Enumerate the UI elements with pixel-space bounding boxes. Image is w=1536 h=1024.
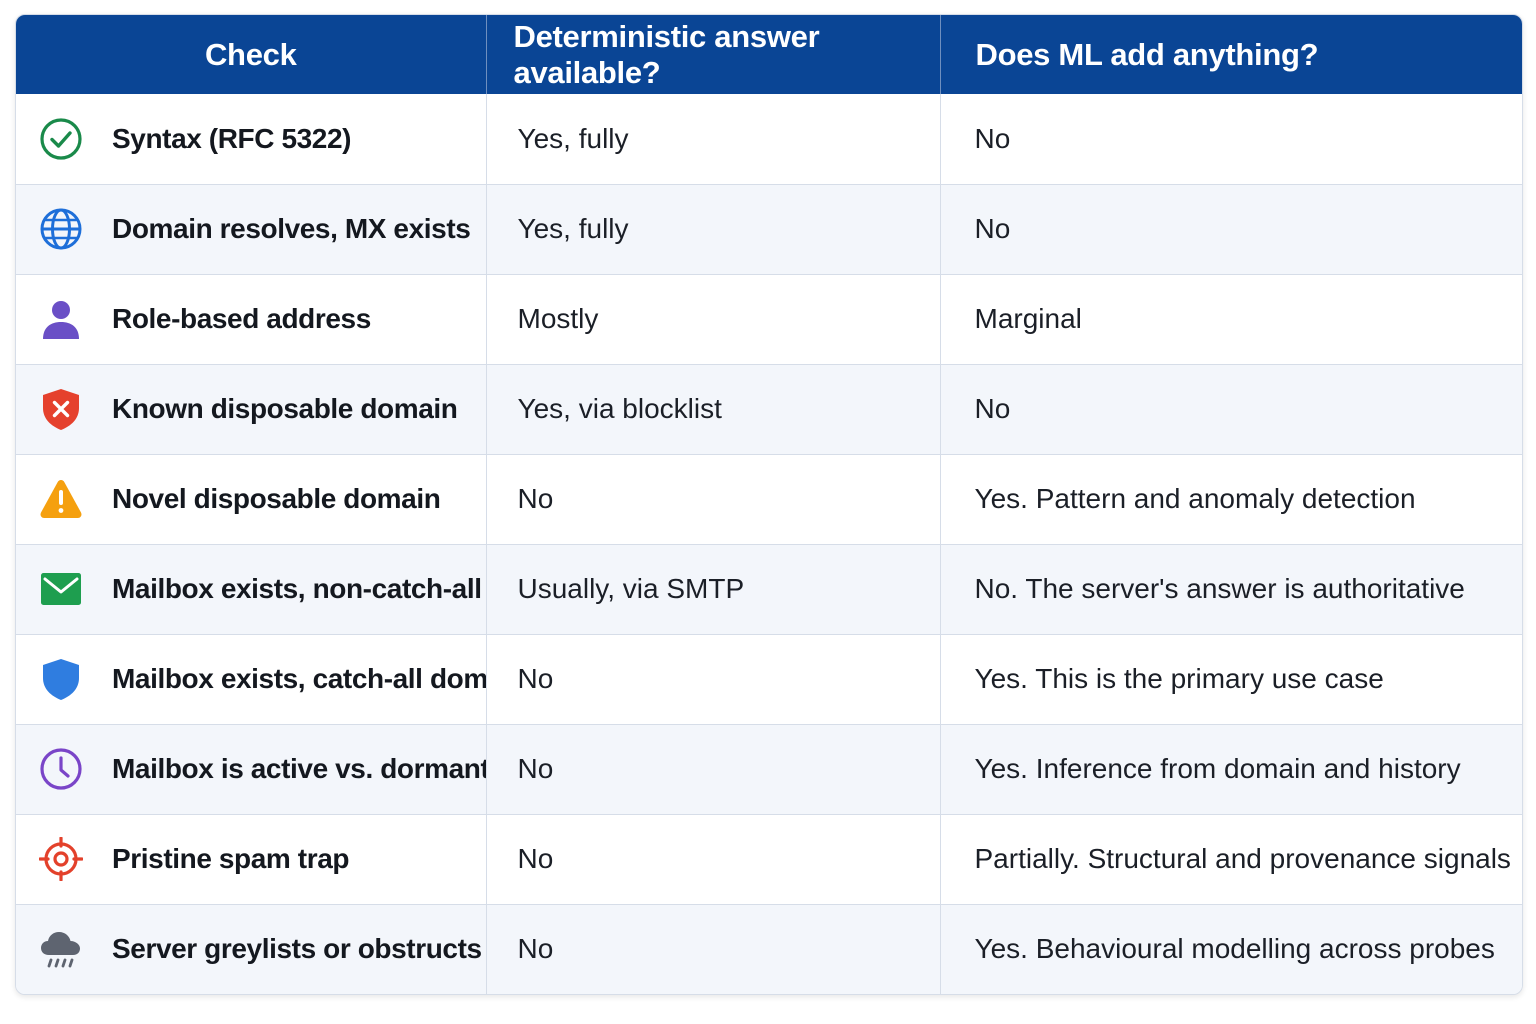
ml-cell: No. The server's answer is authoritative [939, 543, 1522, 634]
table-header: Check Deterministic answer available? Do… [16, 15, 1522, 94]
check-label: Server greylists or obstructs [112, 933, 482, 965]
deterministic-cell: Mostly [485, 273, 940, 364]
comparison-table: Check Deterministic answer available? Do… [15, 14, 1523, 995]
header-ml: Does ML add anything? [939, 15, 1522, 94]
envelope-icon [38, 566, 84, 612]
header-check: Check [204, 36, 297, 72]
ml-cell: Yes. Behavioural modelling across probes [939, 903, 1522, 994]
ml-cell: Yes. Pattern and anomaly detection [939, 453, 1522, 544]
cloud-rain-icon [38, 926, 84, 972]
ml-cell: No [939, 94, 1522, 184]
table-row: Mailbox is active vs. dormant No Yes. In… [16, 723, 1522, 814]
deterministic-cell: No [485, 453, 940, 544]
globe-icon [38, 206, 84, 252]
check-label: Syntax (RFC 5322) [112, 122, 352, 154]
table-row: Pristine spam trap No Partially. Structu… [16, 813, 1522, 904]
table-row: Server greylists or obstructs No Yes. Be… [16, 903, 1522, 994]
check-cell: Role-based address [16, 273, 486, 364]
check-label: Mailbox exists, non-catch-all [112, 573, 482, 604]
person-icon [38, 296, 84, 342]
table-row: Novel disposable domain No Yes. Pattern … [16, 453, 1522, 544]
shield-icon [38, 656, 84, 702]
check-cell: Domain resolves, MX exists [16, 183, 486, 274]
deterministic-cell: Usually, via SMTP [485, 543, 940, 634]
deterministic-cell: No [485, 633, 940, 724]
check-cell: Mailbox is active vs. dormant [16, 723, 486, 814]
ml-cell: Partially. Structural and provenance sig… [939, 813, 1522, 904]
target-icon [38, 836, 84, 882]
deterministic-cell: No [485, 813, 940, 904]
warning-icon [38, 476, 84, 522]
ml-cell: No [939, 363, 1522, 454]
check-cell: Novel disposable domain [16, 453, 486, 544]
shield-x-icon [38, 386, 84, 432]
table-row: Role-based address Mostly Marginal [16, 273, 1522, 364]
checks-table: Check Deterministic answer available? Do… [16, 15, 1522, 994]
check-cell: Mailbox exists, catch-all domain [16, 633, 486, 724]
ml-cell: Marginal [939, 273, 1522, 364]
table-row: Domain resolves, MX exists Yes, fully No [16, 183, 1522, 274]
ml-cell: Yes. Inference from domain and history [939, 723, 1522, 814]
check-label: Novel disposable domain [112, 483, 441, 514]
check-cell: Mailbox exists, non-catch-all [16, 543, 486, 634]
check-cell: Known disposable domain [16, 363, 486, 454]
check-label: Known disposable domain [112, 393, 458, 424]
check-label: Pristine spam trap [112, 843, 350, 874]
check-cell: Syntax (RFC 5322) [16, 94, 486, 184]
table-row: Mailbox exists, non-catch-all Usually, v… [16, 543, 1522, 634]
clock-icon [38, 746, 84, 792]
deterministic-cell: Yes, via blocklist [485, 363, 940, 454]
table-row: Mailbox exists, catch-all domain No Yes.… [16, 633, 1522, 724]
ml-cell: No [939, 183, 1522, 274]
ml-cell: Yes. This is the primary use case [939, 633, 1522, 724]
deterministic-cell: Yes, fully [485, 94, 940, 184]
check-cell: Pristine spam trap [16, 813, 486, 904]
table-body: Syntax (RFC 5322) Yes, fully No Domain r… [16, 94, 1522, 994]
header-deterministic: Deterministic answer available? [485, 15, 940, 94]
check-label: Domain resolves, MX exists [112, 213, 471, 244]
deterministic-cell: No [485, 903, 940, 994]
table-row: Known disposable domain Yes, via blockli… [16, 363, 1522, 454]
check-cell: Server greylists or obstructs [16, 903, 486, 994]
table-row: Syntax (RFC 5322) Yes, fully No [16, 94, 1522, 184]
check-circle-icon [38, 116, 84, 162]
check-label: Role-based address [112, 303, 371, 334]
deterministic-cell: Yes, fully [485, 183, 940, 274]
deterministic-cell: No [485, 723, 940, 814]
header-row: Check Deterministic answer available? Do… [16, 15, 1522, 94]
check-label: Mailbox exists, catch-all domain [112, 663, 486, 694]
check-label: Mailbox is active vs. dormant [112, 753, 486, 784]
